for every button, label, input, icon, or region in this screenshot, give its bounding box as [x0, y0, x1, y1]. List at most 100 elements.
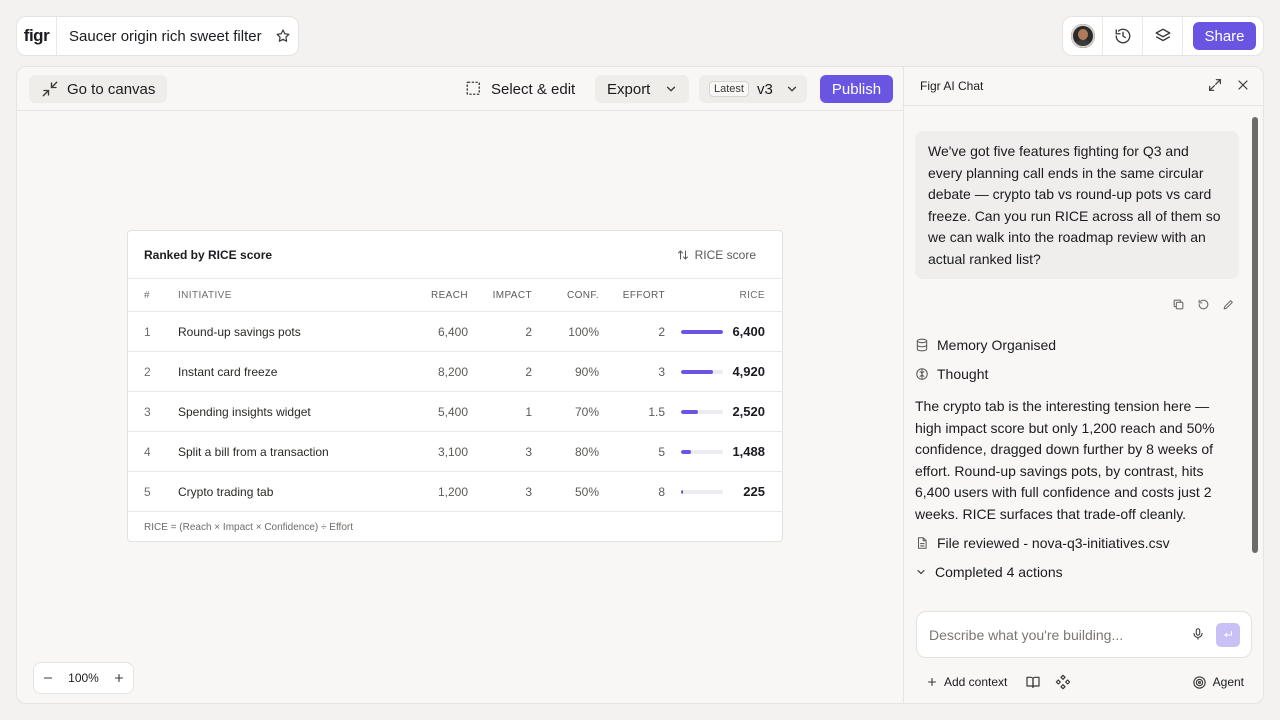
ai-response: The crypto tab is the interesting tensio…	[915, 398, 1215, 522]
row-rice: 4,920	[732, 364, 765, 379]
select-icon	[466, 81, 480, 95]
version-label: v3	[756, 80, 773, 98]
row-reach: 5,400	[437, 404, 468, 419]
row-reach: 1,200	[437, 484, 468, 499]
col-header-conf: CONF.	[567, 289, 599, 301]
close-icon[interactable]	[1235, 77, 1251, 93]
chat-input[interactable]: Describe what you're building...	[916, 611, 1252, 658]
components-icon[interactable]	[1055, 674, 1071, 690]
memory-status: Memory Organised	[915, 337, 1056, 353]
sort-icon	[677, 249, 688, 260]
col-header-reach: REACH	[430, 289, 468, 301]
sort-label: RICE score	[694, 247, 756, 262]
completed-actions-label: Completed 4 actions	[935, 564, 1063, 580]
rice-bar-fill	[681, 369, 714, 374]
row-conf: 50%	[574, 484, 599, 499]
row-initiative: Split a bill from a transaction	[178, 444, 329, 459]
col-header-num: #	[144, 289, 150, 301]
table-row[interactable]: 5 Crypto trading tab 1,200 3 50% 8 225	[128, 472, 782, 512]
collapse-icon	[42, 81, 58, 97]
star-icon[interactable]	[268, 28, 298, 44]
layers-icon[interactable]	[1143, 17, 1183, 55]
avatar[interactable]	[1063, 17, 1103, 55]
card-title: Ranked by RICE score	[144, 247, 273, 262]
row-rank: 1	[144, 324, 151, 339]
row-reach: 6,400	[437, 324, 468, 339]
thought-status[interactable]: Thought	[915, 366, 988, 382]
zoom-out-icon[interactable]	[42, 672, 54, 684]
retry-icon[interactable]	[1197, 298, 1210, 311]
row-initiative: Spending insights widget	[178, 404, 311, 419]
table-row[interactable]: 4 Split a bill from a transaction 3,100 …	[128, 432, 782, 472]
publish-button[interactable]: Publish	[820, 75, 893, 103]
col-header-initiative: INITIATIVE	[178, 289, 232, 301]
version-select[interactable]: Latest v3	[699, 75, 807, 103]
sort-control[interactable]: RICE score	[677, 248, 756, 262]
row-initiative: Crypto trading tab	[178, 484, 274, 499]
add-context-button[interactable]: Add context	[926, 675, 1007, 689]
completed-actions-toggle[interactable]: Completed 4 actions	[915, 564, 1063, 580]
figr-logo[interactable]: figr	[17, 17, 57, 55]
zoom-in-icon[interactable]	[113, 672, 125, 684]
memory-status-label: Memory Organised	[937, 337, 1057, 353]
rice-bar-fill	[681, 449, 691, 454]
export-label: Export	[607, 80, 651, 98]
edit-icon[interactable]	[1222, 298, 1235, 311]
message-actions	[1172, 298, 1235, 311]
table-row[interactable]: 3 Spending insights widget 5,400 1 70% 1…	[128, 392, 782, 432]
zoom-level[interactable]: 100%	[68, 671, 99, 685]
ai-chat-panel: Figr AI Chat We've got five features fig…	[903, 66, 1264, 704]
agent-mode-button[interactable]: Agent	[1192, 675, 1244, 690]
rice-bar	[681, 369, 723, 374]
row-rank: 2	[144, 364, 151, 379]
copy-icon[interactable]	[1172, 298, 1185, 311]
row-initiative: Instant card freeze	[178, 364, 278, 379]
chat-scrollbar[interactable]	[1252, 117, 1258, 553]
rice-bar	[681, 489, 723, 494]
rice-ranking-card: Ranked by RICE score RICE score # INITIA…	[127, 230, 783, 542]
database-icon	[916, 338, 928, 352]
row-rice: 6,400	[732, 324, 765, 339]
row-rice: 1,488	[732, 444, 765, 459]
rice-bar	[681, 409, 723, 414]
send-button[interactable]	[1216, 623, 1240, 647]
microphone-icon[interactable]	[1191, 626, 1205, 642]
table-header: # INITIATIVE REACH IMPACT CONF. EFFORT R…	[128, 279, 782, 312]
book-icon[interactable]	[1025, 674, 1041, 690]
chevron-down-icon	[667, 86, 676, 92]
table-row[interactable]: 2 Instant card freeze 8,200 2 90% 3 4,92…	[128, 352, 782, 392]
agent-label: Agent	[1212, 675, 1244, 689]
col-header-rice: RICE	[739, 289, 765, 301]
thought-status-label: Thought	[937, 366, 989, 382]
row-rice: 225	[743, 484, 765, 499]
project-title-pill: figr Saucer origin rich sweet filter	[16, 16, 299, 56]
file-status-label: File reviewed - nova-q3-initiatives.csv	[937, 535, 1170, 551]
file-status[interactable]: File reviewed - nova-q3-initiatives.csv	[915, 535, 1170, 551]
chevron-down-icon	[787, 86, 796, 92]
row-effort: 3	[658, 364, 665, 379]
share-button[interactable]: Share	[1193, 22, 1256, 50]
row-rice: 2,520	[732, 404, 765, 419]
row-rank: 3	[144, 404, 151, 419]
expand-icon[interactable]	[1207, 77, 1223, 93]
chat-input-placeholder: Describe what you're building...	[929, 626, 1124, 643]
table-row[interactable]: 1 Round-up savings pots 6,400 2 100% 2 6…	[128, 312, 782, 352]
rice-bar-fill	[681, 329, 723, 334]
row-conf: 100%	[568, 324, 599, 339]
zoom-control: 100%	[33, 662, 134, 694]
col-header-effort: EFFORT	[622, 289, 665, 301]
go-to-canvas-button[interactable]: Go to canvas	[29, 75, 167, 103]
select-edit-label: Select & edit	[491, 80, 576, 98]
project-title[interactable]: Saucer origin rich sweet filter	[57, 28, 268, 45]
row-impact: 3	[525, 444, 532, 459]
export-button[interactable]: Export	[595, 75, 689, 103]
chat-footer: Add context Agent	[916, 671, 1252, 693]
canvas-panel: Go to canvas Select & edit Export Latest…	[16, 66, 904, 704]
file-icon	[917, 537, 927, 549]
row-conf: 90%	[574, 364, 599, 379]
select-edit-button[interactable]: Select & edit	[457, 75, 583, 103]
chevron-down-icon	[917, 569, 925, 575]
latest-badge: Latest	[709, 81, 749, 97]
card-header: Ranked by RICE score RICE score	[128, 231, 782, 279]
history-icon[interactable]	[1103, 17, 1143, 55]
